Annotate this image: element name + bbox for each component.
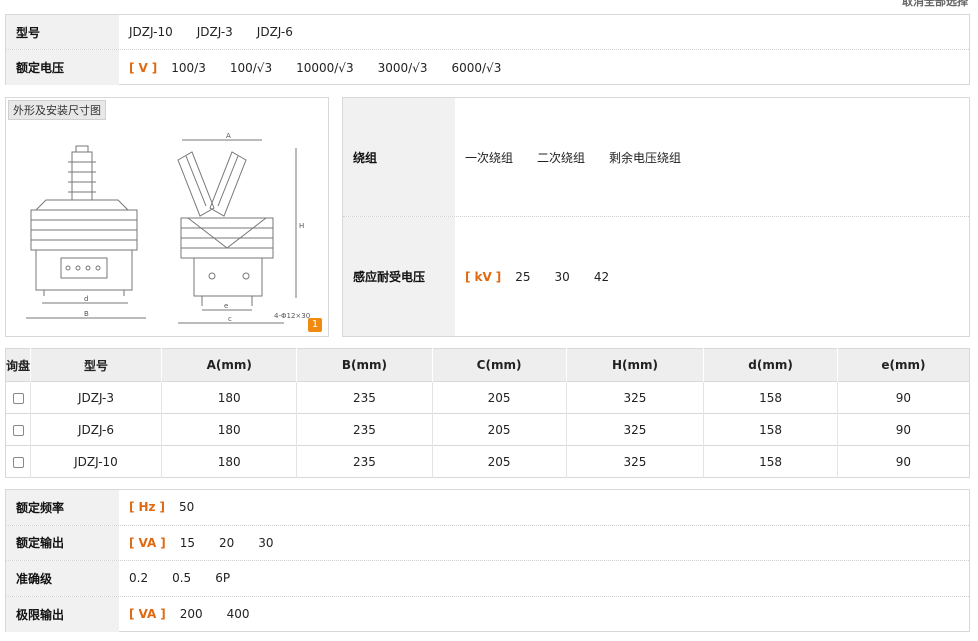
svg-text:e: e — [224, 302, 228, 310]
unit-badge: [kV] — [465, 269, 502, 284]
col-header: H(mm) — [565, 348, 704, 382]
withstand-option[interactable]: 42 — [594, 270, 609, 284]
rated-frequency-label: 额定频率 — [6, 490, 119, 525]
rated-frequency-row: 额定频率 [Hz] 50 — [6, 490, 969, 526]
limit-output-label: 极限输出 — [6, 596, 119, 632]
withstand-option[interactable]: 25 — [515, 270, 530, 284]
accuracy-option[interactable]: 0.5 — [172, 571, 191, 585]
rated-output-row: 额定输出 [VA] 15 20 30 — [6, 525, 969, 561]
unit-badge: [VA] — [129, 607, 166, 622]
spec-panel: 额定频率 [Hz] 50 额定输出 [VA] 15 20 30 准确级 0.2 … — [5, 489, 970, 632]
table-cell: 205 — [431, 381, 567, 414]
table-cell: 235 — [296, 413, 432, 446]
inquiry-checkbox[interactable] — [12, 424, 24, 436]
col-header: C(mm) — [431, 348, 567, 382]
col-header: e(mm) — [836, 348, 970, 382]
zoom-icon[interactable]: 1 — [308, 318, 322, 332]
table-header-row: 询盘 型号 A(mm) B(mm) C(mm) H(mm) d(mm) e(mm… — [5, 348, 970, 382]
winding-option[interactable]: 二次绕组 — [537, 149, 585, 166]
table-row: JDZJ-3 180 235 205 325 158 90 — [5, 381, 970, 414]
frequency-option[interactable]: 50 — [179, 500, 194, 514]
model-label: 型号 — [6, 15, 119, 49]
table-row: JDZJ-10 180 235 205 325 158 90 — [5, 445, 970, 478]
model-voltage-panel: 型号 JDZJ-10 JDZJ-3 JDZJ-6 额定电压 [V] 100/3 … — [5, 14, 970, 85]
clear-all-selection-link[interactable]: 取消全部选择 — [902, 0, 968, 9]
accuracy-option[interactable]: 0.2 — [129, 571, 148, 585]
winding-option[interactable]: 剩余电压绕组 — [609, 149, 681, 166]
rated-voltage-row: 额定电压 [V] 100/3 100/√3 10000/√3 3000/√3 6… — [6, 50, 969, 85]
col-header: A(mm) — [160, 348, 297, 382]
voltage-option[interactable]: 3000/√3 — [378, 61, 428, 75]
dimension-diagram-box: 外形及安装尺寸图 A H d B e c 4-Φ12×30 1 — [5, 97, 329, 337]
table-cell: JDZJ-10 — [30, 445, 162, 478]
table-cell: 90 — [836, 445, 970, 478]
table-cell: 180 — [160, 413, 297, 446]
accuracy-class-row: 准确级 0.2 0.5 6P — [6, 561, 969, 597]
winding-label: 绕组 — [343, 98, 455, 216]
table-cell: 325 — [565, 445, 704, 478]
table-cell: 325 — [565, 413, 704, 446]
voltage-option[interactable]: 10000/√3 — [296, 61, 354, 75]
model-option[interactable]: JDZJ-3 — [197, 25, 233, 39]
accuracy-option[interactable]: 6P — [215, 571, 230, 585]
model-row: 型号 JDZJ-10 JDZJ-3 JDZJ-6 — [6, 15, 969, 50]
table-cell: 158 — [703, 381, 838, 414]
svg-text:4-Φ12×30: 4-Φ12×30 — [274, 312, 310, 320]
col-header: 询盘 — [5, 348, 31, 382]
table-cell: JDZJ-6 — [30, 413, 162, 446]
table-cell: 158 — [703, 413, 838, 446]
withstand-voltage-row: 感应耐受电压 [kV] 25 30 42 — [343, 217, 969, 336]
svg-text:A: A — [226, 132, 231, 140]
table-cell: 325 — [565, 381, 704, 414]
dimension-table: 询盘 型号 A(mm) B(mm) C(mm) H(mm) d(mm) e(mm… — [5, 348, 970, 478]
col-header: d(mm) — [703, 348, 838, 382]
svg-text:d: d — [84, 295, 88, 303]
table-cell: 180 — [160, 445, 297, 478]
svg-text:H: H — [299, 222, 304, 230]
table-cell: 235 — [296, 445, 432, 478]
withstand-option[interactable]: 30 — [555, 270, 570, 284]
transformer-outline-diagram: A H d B e c 4-Φ12×30 — [26, 132, 310, 324]
table-cell: 205 — [431, 445, 567, 478]
output-option[interactable]: 15 — [180, 536, 195, 550]
model-option[interactable]: JDZJ-6 — [257, 25, 293, 39]
limit-output-option[interactable]: 200 — [180, 607, 203, 621]
table-row: JDZJ-6 180 235 205 325 158 90 — [5, 413, 970, 446]
rated-output-label: 额定输出 — [6, 525, 119, 560]
winding-panel: 绕组 一次绕组 二次绕组 剩余电压绕组 感应耐受电压 [kV] 25 30 42 — [342, 97, 970, 337]
winding-option[interactable]: 一次绕组 — [465, 149, 513, 166]
table-cell: JDZJ-3 — [30, 381, 162, 414]
model-option[interactable]: JDZJ-10 — [129, 25, 173, 39]
winding-row: 绕组 一次绕组 二次绕组 剩余电压绕组 — [343, 98, 969, 217]
unit-badge: [V] — [129, 60, 158, 75]
unit-badge: [VA] — [129, 535, 166, 550]
svg-text:c: c — [228, 315, 232, 323]
table-cell: 205 — [431, 413, 567, 446]
table-cell: 90 — [836, 413, 970, 446]
table-cell: 158 — [703, 445, 838, 478]
col-header: B(mm) — [296, 348, 432, 382]
accuracy-class-label: 准确级 — [6, 561, 119, 596]
col-header: 型号 — [30, 348, 162, 382]
inquiry-checkbox[interactable] — [12, 392, 24, 404]
table-cell: 180 — [160, 381, 297, 414]
output-option[interactable]: 20 — [219, 536, 234, 550]
withstand-voltage-label: 感应耐受电压 — [343, 217, 455, 336]
voltage-option[interactable]: 6000/√3 — [451, 61, 501, 75]
limit-output-option[interactable]: 400 — [227, 607, 250, 621]
svg-text:B: B — [84, 310, 89, 318]
voltage-option[interactable]: 100/3 — [171, 61, 206, 75]
limit-output-row: 极限输出 [VA] 200 400 — [6, 596, 969, 632]
table-cell: 235 — [296, 381, 432, 414]
rated-voltage-label: 额定电压 — [6, 50, 119, 85]
output-option[interactable]: 30 — [258, 536, 273, 550]
table-cell: 90 — [836, 381, 970, 414]
diagram-title: 外形及安装尺寸图 — [8, 100, 106, 120]
unit-badge: [Hz] — [129, 500, 165, 515]
voltage-option[interactable]: 100/√3 — [230, 61, 272, 75]
inquiry-checkbox[interactable] — [12, 456, 24, 468]
